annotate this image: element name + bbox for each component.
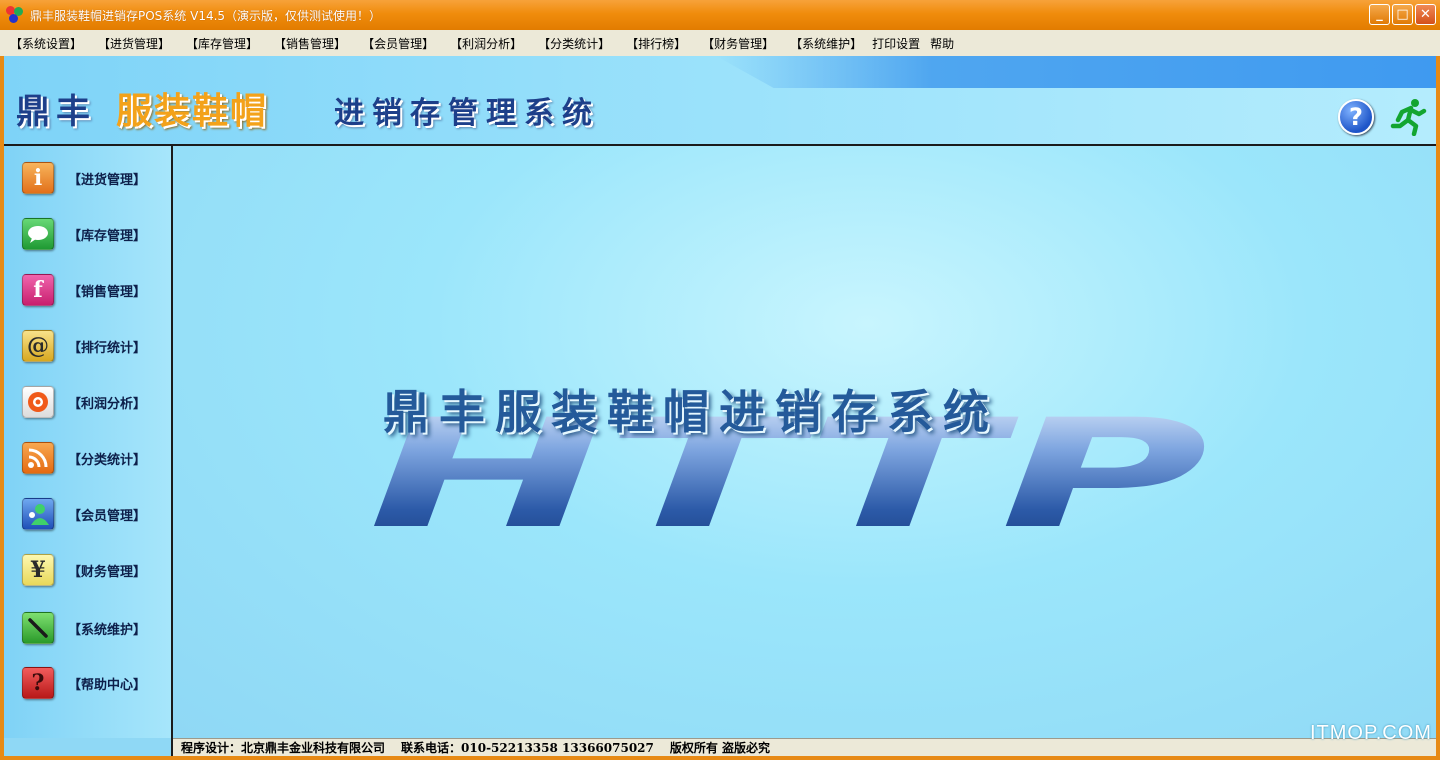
sidebar-item-label: 【库存管理】 [68, 228, 147, 244]
menu-sales[interactable]: 【销售管理】 [274, 35, 346, 52]
header-banner: 鼎丰 服装鞋帽 进销存管理系统 ? [4, 56, 1436, 144]
status-designer: 程序设计：北京鼎丰金业科技有限公司 [181, 741, 386, 755]
menu-profit[interactable]: 【利润分析】 [450, 35, 522, 52]
title-bar: 鼎丰服装鞋帽进销存POS系统 V14.5（演示版，仅供测试使用！） _ □ ✕ [0, 0, 1440, 30]
window-frame-left [0, 56, 4, 760]
status-copyright: 版权所有 盗版必究 [669, 741, 771, 755]
facebook-icon: f [22, 274, 54, 306]
question-icon: ? [22, 667, 54, 699]
user-icon [22, 498, 54, 530]
menu-purchase[interactable]: 【进货管理】 [98, 35, 170, 52]
sidebar-item-profit[interactable]: 【利润分析】 [22, 384, 146, 420]
banner-product: 服装鞋帽 [116, 90, 269, 132]
menu-finance[interactable]: 【财务管理】 [702, 35, 774, 52]
sidebar-item-purchase[interactable]: i 【进货管理】 [22, 160, 146, 196]
menu-ranking[interactable]: 【排行榜】 [626, 35, 686, 52]
sidebar-item-category[interactable]: 【分类统计】 [22, 440, 146, 476]
sidebar-item-label: 【销售管理】 [68, 284, 147, 300]
status-phone: 联系电话：010-52213358 13366075027 [401, 741, 654, 755]
main-title: 鼎丰服装鞋帽进销存系统 [383, 385, 999, 439]
sidebar-item-label: 【帮助中心】 [68, 677, 147, 693]
window-frame-bottom [0, 756, 1440, 760]
sidebar-item-inventory[interactable]: 【库存管理】 [22, 216, 146, 252]
banner-stripe [716, 56, 1436, 88]
app-icon[interactable] [6, 6, 24, 24]
banner-brand: 鼎丰 [16, 92, 96, 132]
sidebar-item-maintenance[interactable]: 【系统维护】 [22, 610, 146, 646]
pen-icon [22, 612, 54, 644]
rss-icon [22, 442, 54, 474]
sidebar-item-ranking[interactable]: @ 【排行统计】 [22, 328, 146, 364]
sidebar-item-help[interactable]: ? 【帮助中心】 [22, 665, 146, 701]
sidebar-item-label: 【排行统计】 [68, 340, 147, 356]
watermark: ITMOP.COM [1310, 722, 1432, 744]
sidebar-item-label: 【财务管理】 [68, 564, 147, 580]
main-panel: HTTP 鼎丰服装鞋帽进销存系统 [173, 146, 1436, 738]
menu-system-settings[interactable]: 【系统设置】 [10, 35, 82, 52]
yen-icon: ¥ [22, 554, 54, 586]
sidebar-item-label: 【利润分析】 [68, 396, 147, 412]
sidebar-item-members[interactable]: 【会员管理】 [22, 496, 146, 532]
record-icon [22, 386, 54, 418]
sidebar-item-label: 【系统维护】 [68, 622, 147, 638]
maximize-button[interactable]: □ [1392, 4, 1413, 25]
sidebar: i 【进货管理】 【库存管理】 f 【销售管理】 @ 【排行统计】 【利润分析】… [4, 146, 172, 756]
menu-print-settings[interactable]: 打印设置 [872, 35, 920, 52]
at-sign-icon: @ [22, 330, 54, 362]
menu-members[interactable]: 【会员管理】 [362, 35, 434, 52]
banner-system: 进销存管理系统 [334, 96, 600, 131]
status-bar: 程序设计：北京鼎丰金业科技有限公司 联系电话：010-52213358 1336… [173, 738, 1436, 756]
sidebar-item-label: 【会员管理】 [68, 508, 147, 524]
close-button[interactable]: ✕ [1415, 4, 1436, 25]
sidebar-item-label: 【分类统计】 [68, 452, 147, 468]
statusbar-left [4, 738, 171, 756]
minimize-button[interactable]: _ [1369, 4, 1390, 25]
menu-maintenance[interactable]: 【系统维护】 [790, 35, 862, 52]
exit-runner-icon[interactable] [1388, 96, 1428, 136]
sidebar-item-finance[interactable]: ¥ 【财务管理】 [22, 552, 146, 588]
window-title: 鼎丰服装鞋帽进销存POS系统 V14.5（演示版，仅供测试使用！） [30, 8, 382, 23]
info-icon: i [22, 162, 54, 194]
menu-bar: 【系统设置】 【进货管理】 【库存管理】 【销售管理】 【会员管理】 【利润分析… [0, 30, 1440, 56]
sidebar-item-sales[interactable]: f 【销售管理】 [22, 272, 146, 308]
menu-help[interactable]: 帮助 [930, 35, 954, 52]
sidebar-item-label: 【进货管理】 [68, 172, 147, 188]
chat-icon [22, 218, 54, 250]
menu-category-stats[interactable]: 【分类统计】 [538, 35, 610, 52]
help-icon[interactable]: ? [1338, 99, 1374, 135]
menu-inventory[interactable]: 【库存管理】 [186, 35, 258, 52]
window-frame-right [1436, 56, 1440, 760]
